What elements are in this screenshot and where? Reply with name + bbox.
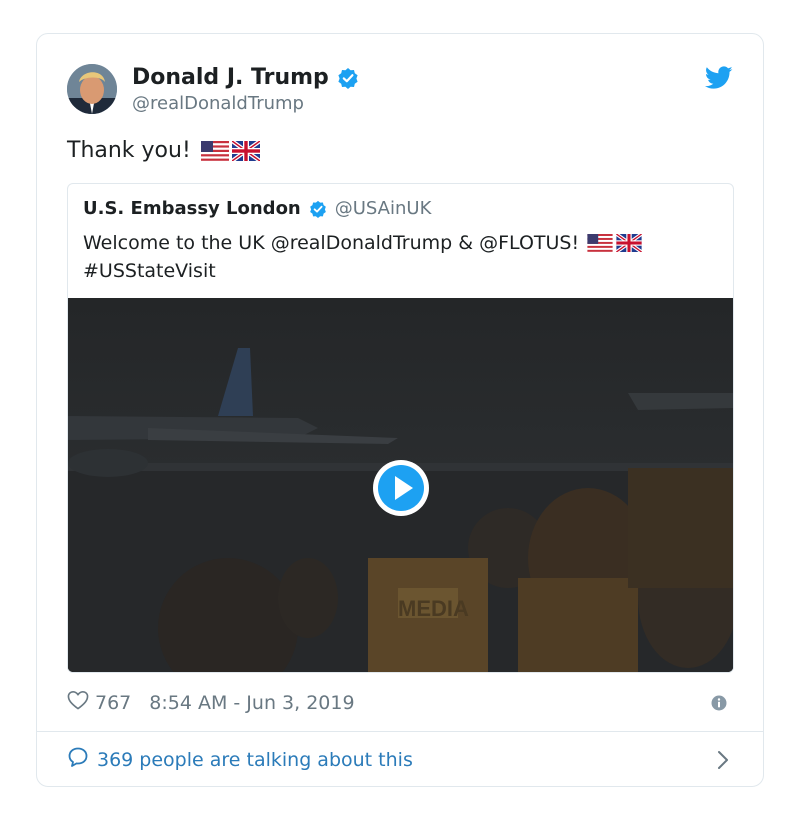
tweet-text: Thank you! xyxy=(67,138,260,163)
hashtag-link[interactable]: #USStateVisit xyxy=(83,257,703,285)
video-player[interactable]: MEDIA xyxy=(68,298,733,672)
uk-flag-icon xyxy=(231,140,260,161)
embedded-tweet-card: Donald J. Trump @realDonaldTrump Thank y… xyxy=(36,33,764,787)
svg-text:MEDIA: MEDIA xyxy=(398,596,469,621)
author-name[interactable]: Donald J. Trump xyxy=(132,65,359,90)
tweet-text-body: Thank you! xyxy=(67,138,191,163)
author-name-text[interactable]: Donald J. Trump xyxy=(132,65,329,90)
conversation-link[interactable]: 369 people are talking about this xyxy=(67,746,413,773)
verified-badge-icon xyxy=(309,200,327,218)
quoted-tweet[interactable]: U.S. Embassy London @USAinUK Welcome to … xyxy=(67,183,734,673)
info-icon[interactable] xyxy=(711,695,727,711)
author-avatar[interactable] xyxy=(67,64,117,114)
play-icon[interactable] xyxy=(371,458,431,518)
conversation-text[interactable]: 369 people are talking about this xyxy=(97,749,413,771)
quoted-author-name[interactable]: U.S. Embassy London xyxy=(83,198,301,219)
quoted-text-line: Welcome to the UK @realDonaldTrump & @FL… xyxy=(83,229,703,257)
speech-bubble-icon xyxy=(67,746,89,773)
flag-emojis xyxy=(200,140,260,161)
verified-badge-icon xyxy=(337,67,359,89)
like-count[interactable]: 767 xyxy=(95,692,131,714)
quoted-tweet-header: U.S. Embassy London @USAinUK xyxy=(83,198,431,219)
quoted-author-handle[interactable]: @USAinUK xyxy=(335,198,432,219)
tweet-timestamp[interactable]: 8:54 AM - Jun 3, 2019 xyxy=(149,692,354,714)
chevron-right-icon[interactable] xyxy=(717,750,729,770)
heart-icon[interactable] xyxy=(67,690,89,715)
author-handle[interactable]: @realDonaldTrump xyxy=(132,93,304,114)
quoted-text-body: Welcome to the UK @realDonaldTrump & @FL… xyxy=(83,232,580,254)
flag-emojis xyxy=(587,234,643,252)
footer-divider xyxy=(37,731,763,732)
quoted-tweet-text: Welcome to the UK @realDonaldTrump & @FL… xyxy=(83,229,703,285)
us-flag-icon xyxy=(200,140,229,161)
uk-flag-icon xyxy=(616,234,643,252)
tweet-meta: 767 8:54 AM - Jun 3, 2019 xyxy=(67,690,355,715)
us-flag-icon xyxy=(587,234,613,252)
twitter-bird-icon[interactable] xyxy=(704,66,733,90)
